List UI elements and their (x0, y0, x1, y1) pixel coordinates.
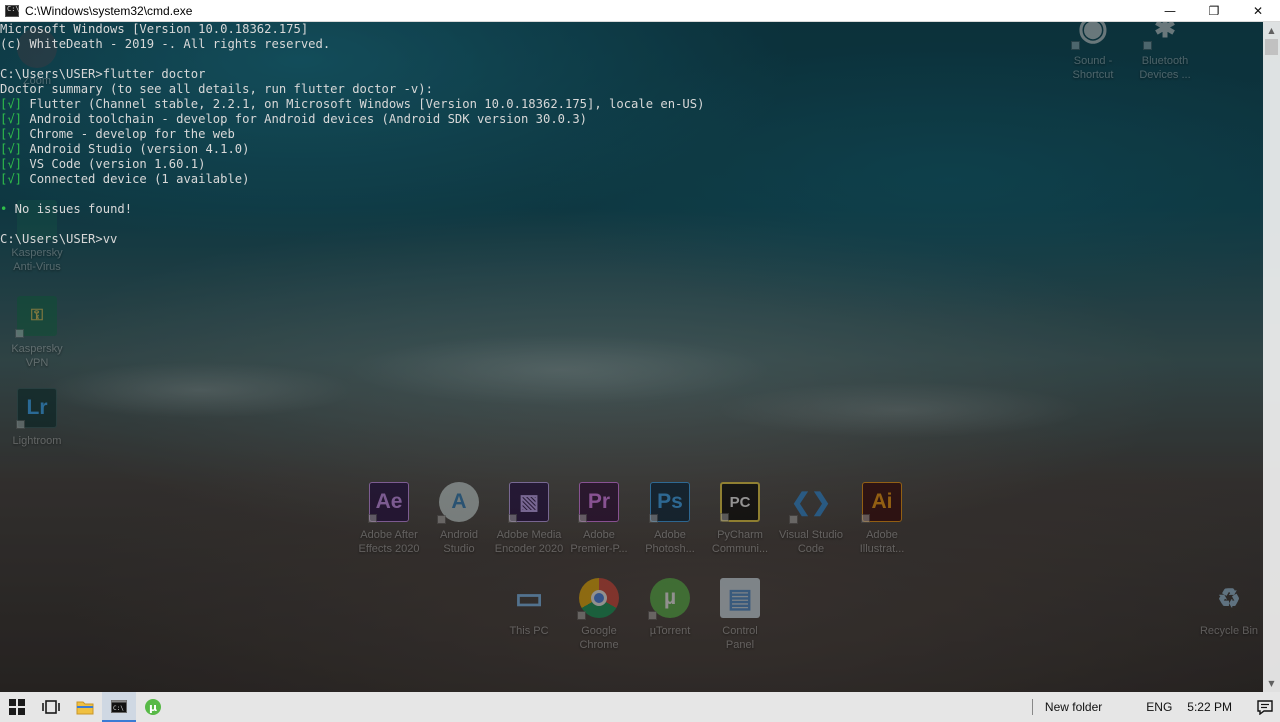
console-line-text: Android Studio (version 4.1.0) (22, 142, 250, 156)
taskbar: C:\ µ New folder ENG 5:22 PM (0, 692, 1280, 722)
scroll-up-arrow-icon[interactable]: ▲ (1263, 22, 1280, 39)
svg-text:µ: µ (149, 701, 157, 714)
start-button[interactable] (0, 692, 34, 722)
system-tray: New folder ENG 5:22 PM (1031, 692, 1280, 722)
maximize-button[interactable]: ❐ (1192, 0, 1236, 22)
console-line-text: C:\Users\USER>flutter doctor (0, 67, 206, 81)
cmd-icon (5, 4, 20, 17)
console-line-text: C:\Users\USER>vv (0, 232, 118, 246)
console-line: [√] VS Code (version 1.60.1) (0, 157, 1264, 172)
task-view-button[interactable] (34, 692, 68, 722)
console-line-text: Doctor summary (to see all details, run … (0, 82, 433, 96)
taskbar-cmd[interactable]: C:\ (102, 692, 136, 722)
console-line: [√] Connected device (1 available) (0, 172, 1264, 187)
task-view-icon (42, 700, 60, 714)
windows-logo-icon (9, 699, 25, 715)
console-line-text: Flutter (Channel stable, 2.2.1, on Micro… (22, 97, 705, 111)
console-line: • No issues found! (0, 202, 1264, 217)
utorrent-icon: µ (145, 699, 161, 715)
check-status: [√] (0, 97, 23, 111)
clock[interactable]: 5:22 PM (1187, 700, 1232, 714)
action-center-button[interactable] (1250, 692, 1280, 722)
minimize-button[interactable]: — (1148, 0, 1192, 22)
console-line-text: (c) WhiteDeath - 2019 -. All rights rese… (0, 37, 331, 51)
svg-text:C:\: C:\ (113, 705, 124, 712)
check-status: [√] (0, 142, 23, 156)
console-line: Doctor summary (to see all details, run … (0, 82, 1264, 97)
console-scrollbar[interactable]: ▲ ▼ (1263, 22, 1280, 692)
console-output[interactable]: Microsoft Windows [Version 10.0.18362.17… (0, 22, 1264, 692)
window-title-bar[interactable]: C:\Windows\system32\cmd.exe — ❐ ✕ (0, 0, 1280, 22)
window-title: C:\Windows\system32\cmd.exe (25, 3, 193, 18)
notification-icon (1257, 699, 1273, 715)
scroll-down-arrow-icon[interactable]: ▼ (1263, 675, 1280, 692)
check-status: [√] (0, 172, 23, 186)
console-line: C:\Users\USER>vv (0, 232, 1264, 247)
check-status: [√] (0, 127, 23, 141)
console-line-text: No issues found! (7, 202, 133, 216)
taskbar-utorrent[interactable]: µ (136, 692, 170, 722)
console-line-text: Connected device (1 available) (22, 172, 250, 186)
console-line: [√] Android toolchain - develop for Andr… (0, 112, 1264, 127)
console-line-text: Android toolchain - develop for Android … (22, 112, 588, 126)
scroll-thumb[interactable] (1265, 39, 1278, 55)
console-line-text: Microsoft Windows [Version 10.0.18362.17… (0, 22, 309, 36)
console-line-text: Chrome - develop for the web (22, 127, 235, 141)
console-line-text: VS Code (version 1.60.1) (22, 157, 206, 171)
cmd-icon: C:\ (111, 699, 127, 713)
console-line: [√] Flutter (Channel stable, 2.2.1, on M… (0, 97, 1264, 112)
folder-icon (76, 701, 94, 715)
console-line: [√] Chrome - develop for the web (0, 127, 1264, 142)
check-status: [√] (0, 157, 23, 171)
console-line: (c) WhiteDeath - 2019 -. All rights rese… (0, 37, 1264, 52)
console-line: C:\Users\USER>flutter doctor (0, 67, 1264, 82)
tray-divider (1031, 699, 1033, 715)
tray-folder-button[interactable]: New folder (1045, 700, 1102, 714)
console-line: Microsoft Windows [Version 10.0.18362.17… (0, 22, 1264, 37)
language-indicator[interactable]: ENG (1146, 700, 1172, 714)
close-button[interactable]: ✕ (1236, 0, 1280, 22)
console-line: [√] Android Studio (version 4.1.0) (0, 142, 1264, 157)
check-status: [√] (0, 112, 23, 126)
taskbar-file-explorer[interactable] (68, 692, 102, 722)
